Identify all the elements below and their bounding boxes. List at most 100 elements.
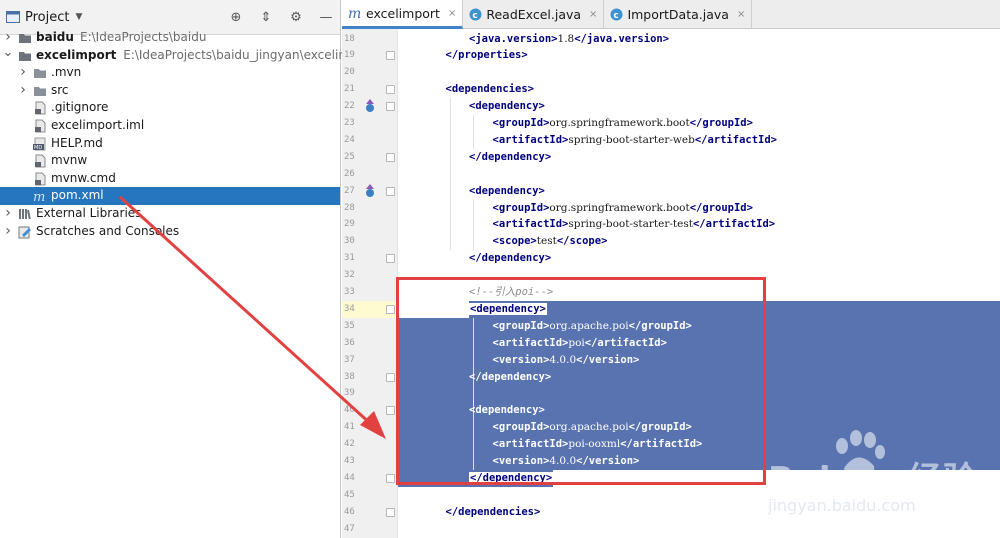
line-number: 28 xyxy=(344,202,355,213)
code-line[interactable]: </dependency> xyxy=(398,250,1000,267)
tree-item-help-md[interactable]: MD HELP.md xyxy=(0,135,340,153)
xml-tag: <artifactId> xyxy=(492,218,569,231)
close-icon[interactable]: × xyxy=(737,9,745,20)
collapse-all-icon[interactable]: ⇕ xyxy=(258,9,274,25)
xml-tag: </properties> xyxy=(445,49,528,62)
hide-icon[interactable]: — xyxy=(318,9,334,25)
xml-tag: </groupId> xyxy=(689,201,753,214)
line-number: 25 xyxy=(344,151,355,162)
gutter-line: 41 xyxy=(342,419,398,436)
fold-toggle-icon[interactable] xyxy=(386,51,395,61)
tree-item-external-libraries[interactable]: › External Libraries xyxy=(0,205,340,223)
line-number: 41 xyxy=(344,422,355,433)
line-number: 23 xyxy=(344,118,355,128)
line-number: 19 xyxy=(344,50,355,61)
fold-toggle-icon[interactable] xyxy=(386,406,395,416)
watermark-main-text: Bai du 经验 xyxy=(768,460,978,500)
baidu-jingyan-watermark: Bai du 经验 jingyan.baidu.com xyxy=(760,430,1000,530)
tree-item-excelimport-iml[interactable]: excelimport.iml xyxy=(0,117,340,135)
chevron-right-icon[interactable]: › xyxy=(2,29,14,47)
xml-value: test xyxy=(536,235,557,248)
fold-toggle-icon[interactable] xyxy=(386,186,395,196)
line-number: 33 xyxy=(344,287,355,297)
tree-item-excelimport[interactable]: ⌄ excelimport E:\IdeaProjects\baidu_jingya… xyxy=(0,46,375,65)
xml-value: org.springframework.boot xyxy=(549,201,690,214)
file-icon xyxy=(33,172,47,186)
fold-toggle-icon[interactable] xyxy=(386,507,395,517)
xml-tag: <scope> xyxy=(492,235,537,248)
class-icon: c xyxy=(610,8,623,21)
tree-item-label: Scratches and Consoles xyxy=(36,223,180,238)
file-icon xyxy=(33,119,47,133)
project-panel: Project ▼ ⊕ ⇕ ⚙ — › baidu E:\IdeaProjects\… xyxy=(0,0,375,538)
code-text: <scope>test</scope> xyxy=(493,233,608,250)
chevron-right-icon[interactable]: › xyxy=(2,223,14,241)
code-line[interactable]: </dependency> xyxy=(398,149,1000,166)
tree-item-baidu[interactable]: › baidu E:\IdeaProjects\baidu xyxy=(0,29,340,47)
gutter-line: 37 xyxy=(342,352,398,369)
code-line[interactable]: <groupId>org.springframework.boot</group… xyxy=(398,115,1000,132)
tab-label: ReadExcel.java xyxy=(486,6,582,22)
project-view-selector[interactable]: Project ▼ xyxy=(6,10,82,25)
fold-toggle-icon[interactable] xyxy=(386,372,395,382)
tab-label: ImportData.java xyxy=(627,6,729,22)
line-number-gutter: 18 19 20 21 22 23 24 25 26 27 28 29 30 31 32 33 34 35 36 37… xyxy=(342,29,398,538)
gutter-line: 45 xyxy=(342,487,398,504)
scratches-icon xyxy=(18,225,32,239)
xml-tag: </artifactId> xyxy=(692,218,776,231)
code-line[interactable]: <scope>test</scope> xyxy=(398,233,1000,250)
chevron-right-icon[interactable]: › xyxy=(17,64,29,82)
code-text: <artifactId>spring-boot-starter-test</ar… xyxy=(493,216,776,233)
tree-item-src[interactable]: › src xyxy=(0,82,340,100)
fold-toggle-icon[interactable] xyxy=(386,304,395,314)
tree-item-label: excelimport.iml xyxy=(51,117,145,132)
close-icon[interactable]: × xyxy=(448,8,456,19)
tree-item-mvnw-cmd[interactable]: mvnw.cmd xyxy=(0,170,340,188)
tree-item-gitignore[interactable]: .gitignore xyxy=(0,99,340,117)
fold-toggle-icon[interactable] xyxy=(386,85,395,95)
line-number: 18 xyxy=(344,33,355,44)
tab-importdata-java[interactable]: c ImportData.java × xyxy=(604,0,753,28)
code-line[interactable] xyxy=(398,166,1000,183)
code-line[interactable]: <dependency> xyxy=(398,98,1000,115)
tab-excelimport[interactable]: m excelimport × xyxy=(342,0,464,29)
gutter-line: 47 xyxy=(342,521,398,538)
fold-toggle-icon[interactable] xyxy=(386,102,395,112)
code-text: <artifactId>spring-boot-starter-web</art… xyxy=(493,132,778,149)
code-line[interactable]: <artifactId>spring-boot-starter-web</art… xyxy=(398,132,1000,149)
gutter-line: 35 xyxy=(342,318,398,335)
code-line[interactable]: <groupId>org.springframework.boot</group… xyxy=(398,200,1000,217)
chevron-down-icon[interactable]: ⌄ xyxy=(2,46,14,65)
gutter-line: 28 xyxy=(342,200,398,217)
xml-tag: </groupId> xyxy=(689,117,753,129)
tree-item-scratches-and-consoles[interactable]: › Scratches and Consoles xyxy=(0,223,340,241)
close-icon[interactable]: × xyxy=(589,9,597,20)
gutter-line: 23 xyxy=(342,115,398,132)
code-line[interactable] xyxy=(398,64,1000,81)
code-text: </properties> xyxy=(446,47,528,64)
watermark-url-text: jingyan.baidu.com xyxy=(768,496,916,515)
tree-item-mvnw[interactable]: mvnw xyxy=(0,152,340,170)
fold-toggle-icon[interactable] xyxy=(386,473,395,483)
locate-icon[interactable]: ⊕ xyxy=(228,9,244,25)
fold-toggle-icon[interactable] xyxy=(386,254,395,264)
code-line[interactable]: <dependency> xyxy=(398,183,1000,200)
chevron-down-icon[interactable]: ▼ xyxy=(75,12,82,22)
chevron-right-icon[interactable]: › xyxy=(2,205,14,223)
code-line[interactable]: </properties> xyxy=(398,47,1000,64)
tab-readexcel-java[interactable]: c ReadExcel.java × xyxy=(463,0,605,28)
code-line[interactable]: <artifactId>spring-boot-starter-test</ar… xyxy=(398,216,1000,233)
code-line[interactable]: <java.version>1.8</java.version> xyxy=(398,31,1000,48)
code-text: <dependency> xyxy=(469,98,545,115)
code-text: <dependencies> xyxy=(446,81,535,98)
gear-icon[interactable]: ⚙ xyxy=(288,9,304,25)
tree-item-mvn[interactable]: › .mvn xyxy=(0,64,340,82)
fold-toggle-icon[interactable] xyxy=(386,152,395,162)
xml-value: org.springframework.boot xyxy=(549,117,690,129)
chevron-right-icon[interactable]: › xyxy=(17,82,29,100)
tree-item-pom-xml[interactable]: m pom.xml xyxy=(0,187,340,205)
gutter-line: 36 xyxy=(342,335,398,352)
code-line[interactable]: <dependencies> xyxy=(398,81,1000,98)
class-icon: c xyxy=(469,8,482,21)
gutter-line: 32 xyxy=(342,267,398,284)
